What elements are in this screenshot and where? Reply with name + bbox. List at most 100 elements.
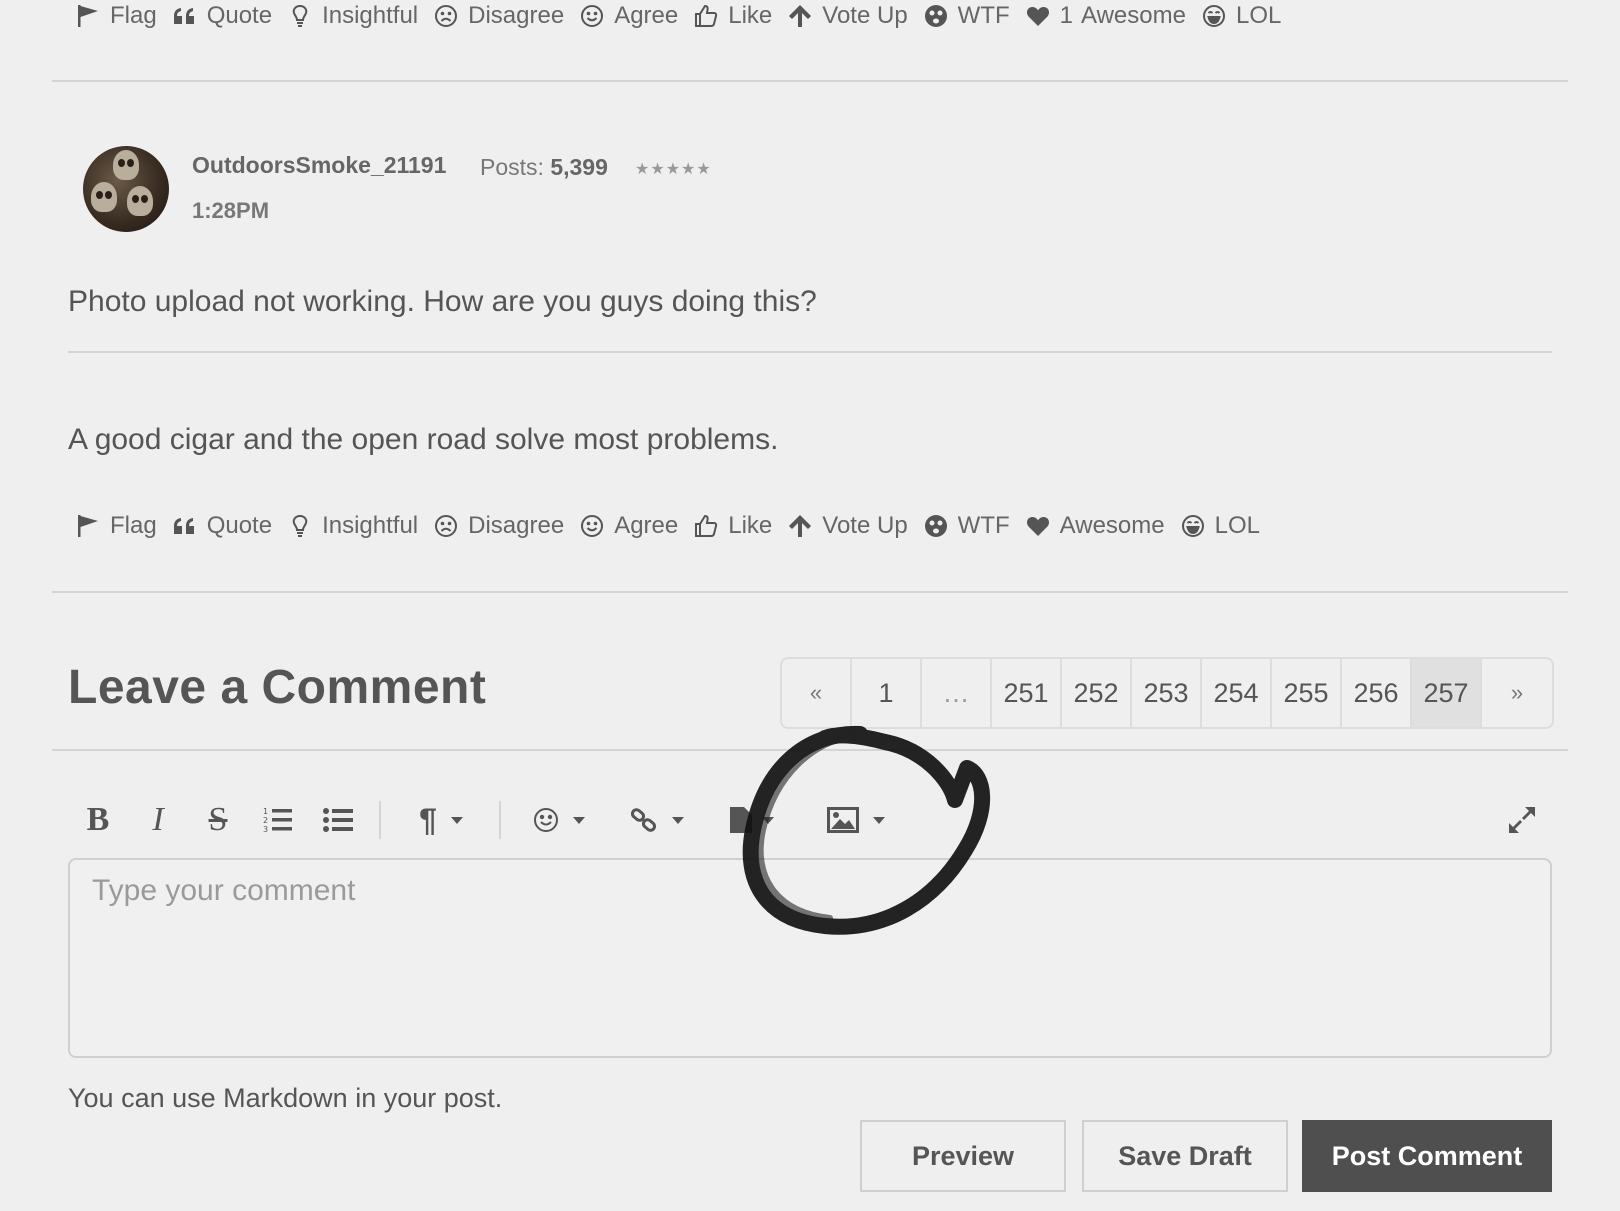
reaction-quote-button[interactable]: Quote (173, 512, 272, 540)
pagination-next[interactable]: » (1482, 659, 1552, 727)
reaction-label: WTF (957, 512, 1010, 539)
preview-button[interactable]: Preview (860, 1120, 1066, 1192)
reaction-bar-bottom: Flag Quote Insightful Disagree Agree Like Vote… (76, 506, 1276, 546)
bold-button[interactable]: B (80, 795, 116, 845)
pagination: « 1 … 251 252 253 254 255 256 257 » (780, 657, 1554, 729)
thumbs-up-icon (694, 514, 728, 538)
ordered-list-button[interactable]: 1 2 3 (260, 795, 296, 845)
comment-heading: Leave a Comment (68, 661, 487, 714)
reaction-like-button[interactable]: Like (694, 2, 772, 30)
reaction-awesome-button[interactable]: Awesome (1026, 512, 1165, 540)
chevron-down-icon (873, 816, 885, 824)
signature-divider (68, 351, 1552, 353)
pagination-page[interactable]: 252 (1062, 659, 1132, 727)
chevron-down-icon (762, 816, 774, 824)
reaction-count: 1 (1059, 2, 1074, 29)
reaction-insightful-button[interactable]: Insightful (288, 512, 418, 540)
flag-icon (76, 4, 110, 28)
reaction-label: Vote Up (822, 2, 908, 29)
reaction-agree-button[interactable]: Agree (580, 512, 678, 540)
shocked-icon (924, 514, 958, 538)
image-icon (827, 807, 859, 833)
pagination-page[interactable]: 1 (852, 659, 922, 727)
italic-icon: I (152, 801, 164, 838)
reaction-label: Agree (614, 512, 679, 539)
fullscreen-button[interactable] (1504, 795, 1540, 845)
smile-icon (534, 808, 558, 832)
reaction-wtf-button[interactable]: WTF (924, 2, 1010, 30)
reaction-vote-up-button[interactable]: Vote Up (788, 2, 908, 30)
divider (52, 591, 1568, 593)
pagination-page[interactable]: 254 (1202, 659, 1272, 727)
post-count: Posts: 5,399 (480, 154, 608, 180)
reaction-vote-up-button[interactable]: Vote Up (788, 512, 908, 540)
comment-input[interactable] (68, 858, 1552, 1058)
arrow-up-icon (788, 4, 822, 28)
insert-image-dropdown[interactable] (820, 795, 892, 845)
pagination-page-current[interactable]: 257 (1412, 659, 1482, 727)
pagination-ellipsis: … (922, 659, 992, 727)
laugh-icon (1202, 4, 1236, 28)
reaction-label: Insightful (322, 512, 419, 539)
italic-button[interactable]: I (140, 795, 176, 845)
pagination-page[interactable]: 256 (1342, 659, 1412, 727)
post-signature: A good cigar and the open road solve mos… (68, 423, 779, 456)
editor-toolbar: B I S 1 2 3 ¶ (80, 795, 1540, 845)
chevron-down-icon (450, 816, 463, 824)
markdown-note: You can use Markdown in your post. (68, 1083, 503, 1113)
post-comment-button[interactable]: Post Comment (1302, 1120, 1552, 1192)
svg-text:1: 1 (263, 807, 268, 816)
username-link[interactable]: OutdoorsSmoke_21191 (192, 152, 446, 179)
chevron-down-icon (672, 816, 684, 824)
reaction-disagree-button[interactable]: Disagree (434, 512, 564, 540)
save-draft-button[interactable]: Save Draft (1082, 1120, 1288, 1192)
arrow-up-icon (788, 514, 822, 538)
post-time[interactable]: 1:28PM (192, 198, 269, 224)
reaction-label: Awesome (1059, 512, 1165, 539)
expand-icon (1509, 807, 1535, 833)
bullet-list-button[interactable] (320, 795, 356, 845)
strikethrough-button[interactable]: S (200, 795, 236, 845)
frown-icon (434, 514, 468, 538)
reaction-label: Quote (206, 2, 273, 29)
thumbs-up-icon (694, 4, 728, 28)
reaction-quote-button[interactable]: Quote (173, 2, 272, 30)
emoji-dropdown[interactable] (526, 795, 592, 845)
lightbulb-icon (288, 514, 322, 538)
link-dropdown[interactable] (624, 795, 690, 845)
reaction-like-button[interactable]: Like (694, 512, 772, 540)
insert-file-button[interactable] (722, 795, 782, 845)
avatar[interactable] (83, 146, 169, 232)
lightbulb-icon (288, 4, 322, 28)
pagination-page[interactable]: 255 (1272, 659, 1342, 727)
quote-icon (173, 4, 207, 28)
file-icon (730, 807, 752, 833)
reaction-label: Disagree (468, 2, 565, 29)
reaction-agree-button[interactable]: Agree (580, 2, 678, 30)
markdown-link[interactable]: Markdown (223, 1083, 348, 1113)
reaction-label: Flag (110, 2, 157, 29)
reaction-lol-button[interactable]: LOL (1202, 2, 1281, 30)
paragraph-format-dropdown[interactable]: ¶ (406, 795, 476, 845)
svg-text:3: 3 (263, 825, 268, 834)
paragraph-icon: ¶ (419, 801, 437, 838)
reaction-wtf-button[interactable]: WTF (924, 512, 1010, 540)
pagination-page[interactable]: 251 (992, 659, 1062, 727)
reaction-lol-button[interactable]: LOL (1181, 512, 1260, 540)
quote-icon (173, 514, 207, 538)
ordered-list-icon: 1 2 3 (263, 807, 292, 834)
link-icon (630, 808, 657, 832)
reaction-label: Agree (614, 2, 679, 29)
reaction-label: Vote Up (822, 512, 908, 539)
reaction-flag-button[interactable]: Flag (76, 512, 157, 540)
reaction-insightful-button[interactable]: Insightful (288, 2, 418, 30)
reaction-flag-button[interactable]: Flag (76, 2, 157, 30)
pagination-page[interactable]: 253 (1132, 659, 1202, 727)
reaction-awesome-button[interactable]: 1 Awesome (1026, 2, 1186, 30)
reaction-label: Quote (206, 512, 273, 539)
reaction-disagree-button[interactable]: Disagree (434, 2, 564, 30)
heart-icon (1026, 514, 1060, 538)
frown-icon (434, 4, 468, 28)
reaction-label: Like (728, 512, 773, 539)
pagination-prev[interactable]: « (782, 659, 852, 727)
